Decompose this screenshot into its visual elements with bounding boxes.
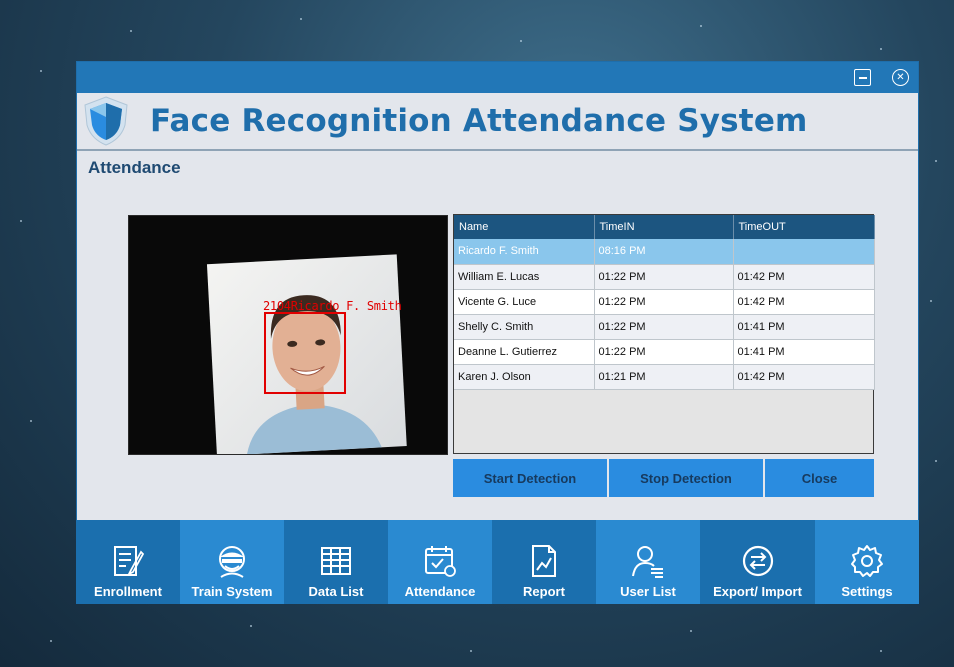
nav-label: Settings xyxy=(841,584,893,599)
column-header-time-in[interactable]: TimeIN xyxy=(594,215,734,239)
column-header-name[interactable]: Name xyxy=(454,215,595,239)
cell-time-out: 01:42 PM xyxy=(733,264,875,290)
nav-attendance[interactable]: Attendance xyxy=(388,520,492,604)
cell-time-out: 01:42 PM xyxy=(733,289,875,315)
cell-name: Ricardo F. Smith xyxy=(454,239,595,265)
start-detection-button[interactable]: Start Detection xyxy=(453,459,607,497)
nav-user-list[interactable]: User List xyxy=(596,520,700,604)
nav-label: Report xyxy=(523,584,565,599)
cell-time-out: 01:41 PM xyxy=(733,314,875,340)
user-list-icon xyxy=(632,546,663,578)
nav-enrollment[interactable]: Enrollment xyxy=(76,520,180,604)
table-header-row: Name TimeIN TimeOUT xyxy=(454,215,875,239)
table-row[interactable]: William E. Lucas 01:22 PM 01:42 PM xyxy=(454,264,875,290)
cell-time-out xyxy=(733,239,875,265)
nav-report[interactable]: Report xyxy=(492,520,596,604)
cell-time-in: 01:22 PM xyxy=(594,289,734,315)
table-row[interactable]: Deanne L. Gutierrez 01:22 PM 01:41 PM xyxy=(454,339,875,365)
data-list-icon xyxy=(321,547,351,575)
table-row[interactable]: Shelly C. Smith 01:22 PM 01:41 PM xyxy=(454,314,875,340)
cell-name: Deanne L. Gutierrez xyxy=(454,339,595,365)
cell-name: Karen J. Olson xyxy=(454,364,595,390)
face-detection-box xyxy=(264,312,346,394)
table-row[interactable]: Ricardo F. Smith 08:16 PM xyxy=(454,239,875,265)
report-icon xyxy=(532,545,556,577)
cell-time-out: 01:42 PM xyxy=(733,364,875,390)
cell-name: William E. Lucas xyxy=(454,264,595,290)
cell-time-in: 01:22 PM xyxy=(594,339,734,365)
detection-label: 2104Ricardo F. Smith xyxy=(263,299,402,313)
section-title: Attendance xyxy=(88,158,181,177)
cell-time-in: 01:22 PM xyxy=(594,314,734,340)
settings-icon xyxy=(851,545,883,577)
table-row[interactable]: Karen J. Olson 01:21 PM 01:42 PM xyxy=(454,364,875,390)
cell-name: Shelly C. Smith xyxy=(454,314,595,340)
cell-name: Vicente G. Luce xyxy=(454,289,595,315)
shield-logo-icon xyxy=(84,96,128,146)
nav-train-system[interactable]: Train System xyxy=(180,520,284,604)
nav-label: Attendance xyxy=(404,584,476,599)
nav-export-import[interactable]: Export/ Import xyxy=(700,520,815,604)
cell-time-in: 01:22 PM xyxy=(594,264,734,290)
nav-settings[interactable]: Settings xyxy=(815,520,919,604)
close-button[interactable]: Close xyxy=(765,459,874,497)
stop-detection-button[interactable]: Stop Detection xyxy=(609,459,763,497)
close-window-button[interactable]: ✕ xyxy=(892,69,909,86)
nav-label: Train System xyxy=(191,584,273,599)
attendance-icon xyxy=(425,546,456,577)
table-row[interactable]: Vicente G. Luce 01:22 PM 01:42 PM xyxy=(454,289,875,315)
column-header-time-out[interactable]: TimeOUT xyxy=(733,215,875,239)
bottom-navigation: Enrollment Train System Data List Attend… xyxy=(76,520,919,604)
cell-time-in: 01:21 PM xyxy=(594,364,734,390)
app-header: Face Recognition Attendance System xyxy=(77,93,918,151)
train-system-icon xyxy=(219,546,245,578)
enrollment-icon xyxy=(114,546,145,577)
title-bar: ✕ xyxy=(77,62,918,93)
nav-label: User List xyxy=(620,584,676,599)
nav-label: Export/ Import xyxy=(713,584,802,599)
cell-time-out: 01:41 PM xyxy=(733,339,875,365)
nav-data-list[interactable]: Data List xyxy=(284,520,388,604)
export-import-icon xyxy=(742,545,773,577)
cell-time-in: 08:16 PM xyxy=(594,239,734,265)
app-title: Face Recognition Attendance System xyxy=(150,103,808,139)
camera-feed: 2104Ricardo F. Smith xyxy=(128,215,448,455)
attendance-table: Name TimeIN TimeOUT Ricardo F. Smith 08:… xyxy=(453,214,875,454)
nav-label: Data List xyxy=(308,584,364,599)
minimize-button[interactable] xyxy=(854,69,871,86)
nav-label: Enrollment xyxy=(94,584,162,599)
